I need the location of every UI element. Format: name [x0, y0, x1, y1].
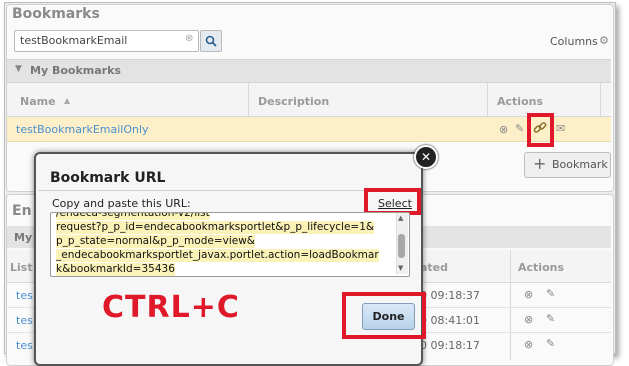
header-name[interactable]: Name: [20, 95, 56, 108]
edit-pencil-icon[interactable]: ✎: [515, 122, 524, 135]
header-actions: Actions: [497, 95, 543, 108]
gear-icon[interactable]: ⚙: [599, 34, 609, 47]
list-item-date: 0 08:41:01: [420, 314, 480, 327]
section-label: My Bookmarks: [30, 64, 121, 77]
list-item-date: 0 09:18:17: [420, 339, 480, 352]
delete-icon[interactable]: ⊗: [524, 313, 533, 326]
delete-icon[interactable]: ⊗: [524, 288, 533, 301]
sort-ascending-icon: ▲: [64, 96, 71, 105]
scrollbar-thumb[interactable]: [398, 234, 405, 258]
edit-pencil-icon[interactable]: ✎: [546, 337, 555, 350]
list-item-name[interactable]: tes: [16, 289, 33, 302]
scroll-up-arrow-icon[interactable]: ▲: [398, 214, 403, 222]
panel-title: Bookmarks: [12, 6, 100, 22]
lower-section-label: My: [14, 231, 33, 244]
url-textarea[interactable]: /endeca-segmentation-v2/list request?p_p…: [50, 212, 410, 277]
scroll-down-arrow-icon[interactable]: ▼: [398, 264, 403, 272]
copy-url-label: Copy and paste this URL:: [52, 197, 191, 210]
select-highlight-box: [364, 188, 421, 215]
divider: [38, 190, 416, 191]
header-description[interactable]: Description: [258, 95, 329, 108]
done-button[interactable]: Done: [362, 303, 415, 330]
delete-icon[interactable]: ⊗: [499, 123, 508, 136]
clear-icon[interactable]: ⊗: [185, 33, 193, 44]
bookmark-name-link[interactable]: testBookmarkEmailOnly: [16, 123, 149, 136]
url-line: request?p_p_id=endecabookmarksportlet&p_…: [56, 221, 375, 234]
list-item-name[interactable]: tes: [16, 339, 33, 352]
columns-menu[interactable]: Columns: [550, 35, 598, 48]
lower-header-created: ated: [420, 261, 449, 274]
lower-panel-title: En: [12, 203, 32, 219]
plus-icon: +: [533, 154, 547, 173]
link-highlight-box: [527, 113, 554, 147]
edit-pencil-icon[interactable]: ✎: [546, 312, 555, 325]
email-icon[interactable]: ✉: [556, 122, 565, 135]
list-item-date: 0 09:18:37: [420, 289, 480, 302]
collapse-triangle-icon[interactable]: ▼: [15, 64, 22, 74]
ctrl-c-annotation: CTRL+C: [102, 290, 240, 325]
url-line: /endeca-segmentation-v2/list: [56, 213, 210, 220]
magnifier-icon: [205, 35, 217, 47]
list-item-name[interactable]: tes: [16, 314, 33, 327]
delete-icon[interactable]: ⊗: [524, 338, 533, 351]
url-line: p_p_state=normal&p_p_mode=view&: [56, 235, 255, 248]
search-button[interactable]: [200, 30, 222, 52]
url-line: _endecabookmarksportlet_javax.portlet.ac…: [56, 249, 379, 262]
search-input-value: testBookmarkEmail: [20, 34, 128, 47]
url-line: k&bookmarkId=35436: [56, 263, 175, 276]
edit-pencil-icon[interactable]: ✎: [546, 287, 555, 300]
lower-header-list: List: [10, 261, 33, 274]
add-bookmark-label: Bookmark: [552, 158, 608, 171]
close-icon[interactable]: ✕: [414, 145, 438, 169]
dialog-title: Bookmark URL: [50, 170, 166, 186]
lower-header-actions: Actions: [518, 261, 564, 274]
